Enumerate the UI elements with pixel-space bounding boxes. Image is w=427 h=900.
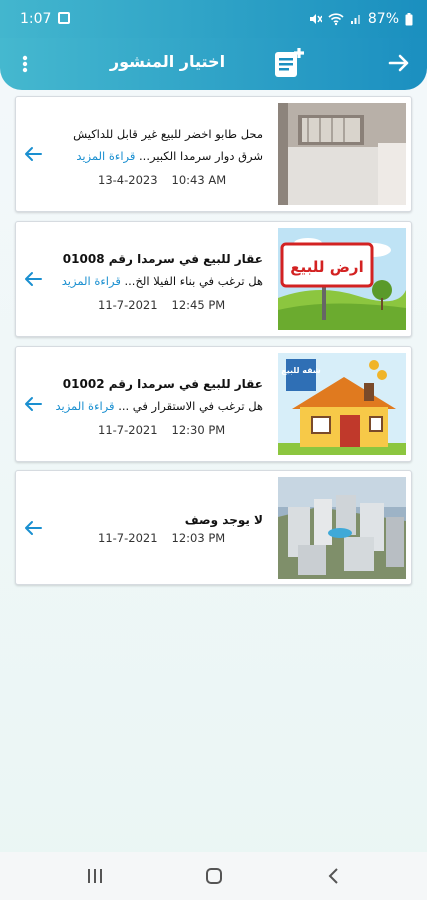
post-title: عقار للبيع في سرمدا رقم 01008 xyxy=(62,252,263,266)
post-card[interactable]: ارض للبيع عقار للبيع في سرمدا رقم 01008 … xyxy=(15,221,412,337)
post-meta: 11-7-2021 12:30 PM xyxy=(98,423,239,437)
post-thumbnail xyxy=(278,103,406,205)
post-excerpt-text: شرق دوار سرمدا الكبير... xyxy=(139,149,263,163)
wifi-icon xyxy=(328,13,344,26)
post-card[interactable]: محل طابو اخضر للبيع غير قابل للداكيش شرق… xyxy=(15,96,412,212)
battery-icon xyxy=(405,12,413,25)
post-text: عقار للبيع في سرمدا رقم 01008 هل ترغب في… xyxy=(46,248,263,292)
post-card[interactable]: شقه للبيع عقار للبيع في سرمدا رقم 01002 … xyxy=(15,346,412,462)
post-thumbnail xyxy=(278,477,406,579)
post-card[interactable]: لا يوجد وصف 11-7-2021 12:03 PM xyxy=(15,470,412,585)
post-thumbnail: ارض للبيع xyxy=(278,228,406,330)
post-time: 12:30 PM xyxy=(171,423,226,437)
post-time: 12:45 PM xyxy=(171,298,226,312)
home-icon[interactable] xyxy=(204,866,224,886)
post-thumbnail: شقه للبيع xyxy=(278,353,406,455)
house-text: شقه للبيع xyxy=(281,366,321,375)
read-more-link[interactable]: قراءة المزيد xyxy=(62,274,121,288)
post-meta: 13-4-2023 10:43 AM xyxy=(98,173,240,187)
open-arrow-icon[interactable] xyxy=(22,517,44,539)
post-text: محل طابو اخضر للبيع غير قابل للداكيش شرق… xyxy=(46,123,263,167)
gallery-icon xyxy=(58,12,70,24)
app-bar: اختيار المنشور xyxy=(0,38,427,90)
recent-apps-icon[interactable] xyxy=(86,866,104,886)
signal-icon xyxy=(350,15,360,24)
read-more-link[interactable]: قراءة المزيد xyxy=(76,149,135,163)
back-arrow-icon[interactable] xyxy=(386,50,412,76)
mute-icon xyxy=(309,14,322,24)
open-arrow-icon[interactable] xyxy=(22,143,44,165)
post-meta: 11-7-2021 12:03 PM xyxy=(98,531,239,545)
post-time: 12:03 PM xyxy=(171,531,226,545)
back-nav-icon[interactable] xyxy=(326,866,342,886)
status-time: 1:07 xyxy=(20,11,52,27)
post-date: 11-7-2021 xyxy=(98,298,158,312)
post-text: لا يوجد وصف xyxy=(46,509,263,531)
post-title: محل طابو اخضر للبيع غير قابل للداكيش xyxy=(73,127,263,141)
post-date: 11-7-2021 xyxy=(98,531,158,545)
sign-text: ارض للبيع xyxy=(290,258,363,276)
post-date: 13-4-2023 xyxy=(98,173,158,187)
post-excerpt: هل ترغب في الاستقرار في ... قراءة المزيد xyxy=(46,395,263,417)
post-time: 10:43 AM xyxy=(171,173,227,187)
post-excerpt-text: هل ترغب في الاستقرار في ... xyxy=(118,399,263,413)
new-post-icon[interactable] xyxy=(272,46,306,80)
post-meta: 11-7-2021 12:45 PM xyxy=(98,298,239,312)
post-excerpt-text: هل ترغب في بناء الفيلا الخ... xyxy=(124,274,263,288)
post-date: 11-7-2021 xyxy=(98,423,158,437)
status-right: 87% xyxy=(308,11,413,27)
post-excerpt: شرق دوار سرمدا الكبير... قراءة المزيد xyxy=(46,145,263,167)
read-more-link[interactable]: قراءة المزيد xyxy=(55,399,114,413)
post-title: عقار للبيع في سرمدا رقم 01002 xyxy=(62,377,263,391)
open-arrow-icon[interactable] xyxy=(22,393,44,415)
post-title: لا يوجد وصف xyxy=(184,513,263,527)
system-nav-bar xyxy=(0,852,427,900)
battery-percent: 87% xyxy=(367,11,399,27)
post-excerpt: هل ترغب في بناء الفيلا الخ... قراءة المز… xyxy=(46,270,263,292)
open-arrow-icon[interactable] xyxy=(22,268,44,290)
post-text: عقار للبيع في سرمدا رقم 01002 هل ترغب في… xyxy=(46,373,263,417)
status-bar: 1:07 87% xyxy=(0,0,427,38)
